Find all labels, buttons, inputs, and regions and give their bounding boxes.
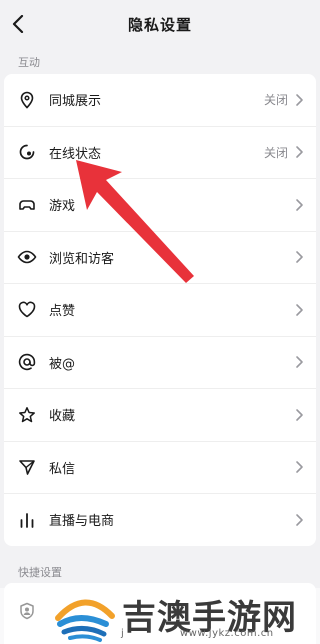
chevron-right-icon <box>296 146 303 159</box>
watermark-overlay: 吉澳手游网 j www.jykz.com.cn <box>0 588 320 644</box>
row-online-status[interactable]: 在线状态 关闭 <box>4 127 316 179</box>
row-mentions[interactable]: 被@ <box>4 337 316 389</box>
row-city-display[interactable]: 同城展示 关闭 <box>4 74 316 127</box>
section-label-quick-settings: 快捷设置 <box>18 566 62 579</box>
top-bar: 隐私设置 <box>0 0 320 48</box>
location-pin-icon <box>17 90 37 110</box>
watermark-fragment: j <box>121 628 124 639</box>
row-direct-messages[interactable]: 私信 <box>4 442 316 494</box>
row-likes[interactable]: 点赞 <box>4 284 316 337</box>
star-icon <box>17 405 37 425</box>
row-label: 直播与电商 <box>49 514 115 530</box>
row-label: 点赞 <box>49 304 76 320</box>
back-button[interactable] <box>4 10 32 38</box>
game-controller-icon <box>17 195 37 215</box>
chevron-right-icon <box>296 198 303 211</box>
watermark-logo-icon <box>55 599 115 642</box>
at-icon <box>17 352 37 372</box>
section-label-interaction: 互动 <box>18 56 40 69</box>
row-label: 被@ <box>49 356 76 372</box>
chevron-right-icon <box>296 93 303 106</box>
row-label: 收藏 <box>49 409 76 425</box>
row-label: 在线状态 <box>49 146 102 162</box>
row-browse-visitors[interactable]: 浏览和访客 <box>4 232 316 284</box>
heart-icon <box>17 300 37 320</box>
row-game[interactable]: 游戏 <box>4 179 316 232</box>
row-value: 关闭 <box>263 93 288 108</box>
row-label: 浏览和访客 <box>49 251 115 267</box>
bar-chart-icon <box>17 510 37 530</box>
row-label: 同城展示 <box>49 94 102 110</box>
chevron-right-icon <box>296 356 303 369</box>
row-label: 私信 <box>49 461 76 477</box>
chevron-left-icon <box>12 15 24 33</box>
row-value: 关闭 <box>263 145 288 160</box>
send-icon <box>17 457 37 477</box>
chevron-right-icon <box>296 461 303 474</box>
interaction-settings-card: 同城展示 关闭 在线状态 关闭 游戏 浏览和访客 点赞 被@ 收藏 私信 直播与… <box>4 74 316 546</box>
watermark-url: www.jykz.com.cn <box>180 628 274 639</box>
row-label: 游戏 <box>49 199 76 215</box>
online-status-icon <box>17 142 37 162</box>
chevron-right-icon <box>296 513 303 526</box>
chevron-right-icon <box>296 408 303 421</box>
chevron-right-icon <box>296 251 303 264</box>
chevron-right-icon <box>296 303 303 316</box>
row-favorites[interactable]: 收藏 <box>4 389 316 442</box>
page-title: 隐私设置 <box>127 15 192 34</box>
eye-icon <box>17 247 37 267</box>
row-live-ecommerce[interactable]: 直播与电商 <box>4 494 316 546</box>
